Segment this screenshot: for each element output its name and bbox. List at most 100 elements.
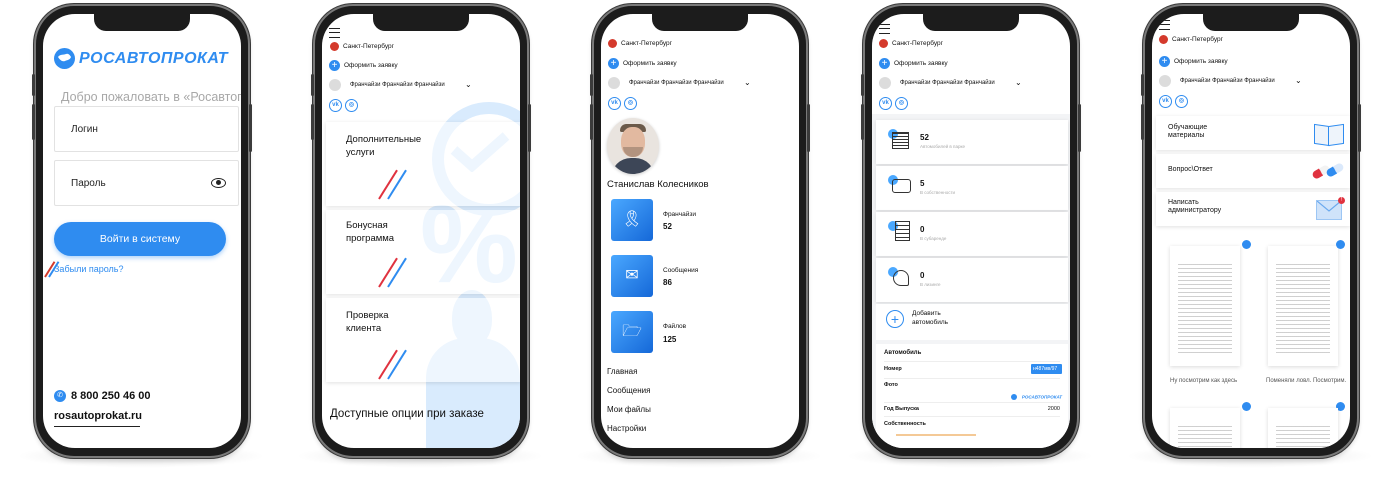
city-label[interactable]: Санкт-Петербург [621,40,672,47]
book-icon [1314,121,1344,147]
stat-value: 125 [663,335,677,344]
plus-icon[interactable]: + [329,60,340,71]
plus-icon[interactable]: + [1159,56,1170,67]
help-item-faq[interactable]: Вопрос\Ответ [1156,154,1350,188]
chevron-down-icon[interactable]: ⌄ [744,78,751,87]
stat-card-franchise[interactable]: 🎗 Франчайзи 52 [605,194,799,250]
instagram-icon[interactable]: ◎ [624,97,637,110]
option-card-services[interactable]: Дополнительные услуги [326,122,520,206]
envelope-icon: ✉ [611,255,653,297]
city-pin-icon [608,39,617,48]
option-label: программа [346,233,395,244]
user-name[interactable]: Франчайзи Франчайзи Франчайзи [629,80,724,86]
stat-label: Франчайзи [663,211,697,218]
car-icon [892,179,911,193]
stat-label: В лизинге [920,282,941,287]
user-name[interactable]: Франчайзи Франчайзи Франчайзи [1180,78,1275,84]
help-screen: Санкт-Петербург + Оформить заявку Франча… [1152,14,1350,448]
menu-icon[interactable] [329,28,340,38]
more-options-icon[interactable] [1336,240,1345,249]
plus-icon[interactable]: + [879,58,890,69]
table-key: Год Выпуска [884,406,919,412]
option-card-client-check[interactable]: Проверка клиента [326,298,520,382]
login-screen: РОСАВТОПРОКАТ Добро пожаловать в «Росавт… [43,14,241,448]
more-options-icon[interactable] [1242,402,1251,411]
garage-icon [892,132,909,149]
doc-card[interactable] [1268,408,1338,448]
checklist-icon [895,221,910,241]
city-label[interactable]: Санкт-Петербург [892,40,943,47]
cars-stat-leasing[interactable]: 0 В лизинге [876,258,1068,302]
instagram-icon[interactable]: ◎ [895,97,908,110]
vk-icon[interactable]: vk [329,99,342,112]
login-button[interactable]: Войти в систему [54,222,226,256]
chevron-down-icon[interactable]: ⌄ [1295,76,1302,85]
order-button[interactable]: Оформить заявку [623,60,677,67]
order-button[interactable]: Оформить заявку [894,60,948,67]
menu-item-messages[interactable]: Сообщения [607,386,650,395]
cars-stat-owned[interactable]: 5 В собственности [876,166,1068,210]
welcome-text: Добро пожаловать в «Росавтопрок [61,90,241,104]
vk-icon[interactable]: vk [879,97,892,110]
menu-item-files[interactable]: Мои файлы [607,405,651,414]
chevron-down-icon[interactable]: ⌄ [1015,78,1022,87]
menu-item-settings[interactable]: Настройки [607,424,646,433]
menu-icon[interactable] [879,24,890,34]
more-options-icon[interactable] [1242,240,1251,249]
stat-value: 0 [920,271,925,280]
help-item-materials[interactable]: Обучающие материалы [1156,116,1350,150]
table-key: Собственность [884,421,926,427]
doc-caption: Поменяли ловл. Посмотрим. [1266,378,1347,384]
vk-icon[interactable]: vk [608,97,621,110]
option-card-bonus[interactable]: Бонусная программа [326,210,520,294]
order-button[interactable]: Оформить заявку [344,62,398,69]
avatar [608,77,620,89]
globe-logo-icon [54,48,75,69]
plus-icon[interactable]: + [608,58,619,69]
doc-card[interactable] [1170,408,1240,448]
option-label: Проверка [346,310,389,321]
cars-stat-park[interactable]: 52 Автомобилей в парке [876,120,1068,164]
stat-label: Автомобилей в парке [920,144,965,149]
menu-item-home[interactable]: Главная [607,367,637,376]
instagram-icon[interactable]: ◎ [345,99,358,112]
instagram-icon[interactable]: ◎ [1175,95,1188,108]
key-hand-icon [893,270,909,286]
order-button[interactable]: Оформить заявку [1174,58,1228,65]
profile-photo [607,118,659,174]
user-name[interactable]: Франчайзи Франчайзи Франчайзи [900,80,995,86]
help-item-write-admin[interactable]: Написать администратору ! [1156,192,1350,226]
stat-card-files[interactable]: 🗁 Файлов 125 [605,308,799,364]
menu-icon[interactable] [1159,20,1170,30]
chevron-down-icon[interactable]: ⌄ [465,80,472,89]
site-link[interactable]: rosautoprokat.ru [54,410,142,422]
vk-icon[interactable]: vk [1159,95,1172,108]
city-label[interactable]: Санкт-Петербург [1172,36,1223,43]
stat-card-messages[interactable]: ✉ Сообщения 86 [605,252,799,306]
city-label[interactable]: Санкт-Петербург [343,43,394,50]
phone-options: Санкт-Петербург + Оформить заявку Франча… [311,4,531,458]
stat-value: 86 [663,278,672,287]
brand-logo-text: РОСАВТОПРОКАТ [79,50,229,67]
doc-card[interactable]: Поменяли ловл. Посмотрим. [1252,240,1348,405]
phone-login: РОСАВТОПРОКАТ Добро пожаловать в «Росавт… [32,4,252,458]
forgot-password-link[interactable]: Забыли пароль? [54,264,123,274]
add-car-button[interactable]: + Добавить автомобиль [876,304,1068,340]
cars-stat-sublease[interactable]: 0 В субаренде [876,212,1068,256]
logo-text: РОСАВТОПРОКАТ [1021,394,1062,400]
table-key: Фото [884,382,898,388]
password-input[interactable]: Пароль [54,160,239,206]
stat-value: 5 [920,179,925,188]
add-car-label: автомобиль [912,319,949,326]
doc-card[interactable]: Ну посмотрим как здесь [1156,240,1252,405]
help-label: Обучающие [1168,124,1208,131]
help-label: Написать [1168,199,1199,206]
login-input[interactable]: Логин [54,106,239,152]
help-label: материалы [1168,132,1205,139]
user-name[interactable]: Франчайзи Франчайзи Франчайзи [350,82,445,88]
plate-text: н487мв/97 [1033,366,1058,372]
stat-label: В субаренде [920,236,947,241]
hotline-number[interactable]: 8 800 250 46 00 [71,390,151,402]
mail-icon: ! [1316,197,1345,220]
eye-icon[interactable] [211,178,226,188]
